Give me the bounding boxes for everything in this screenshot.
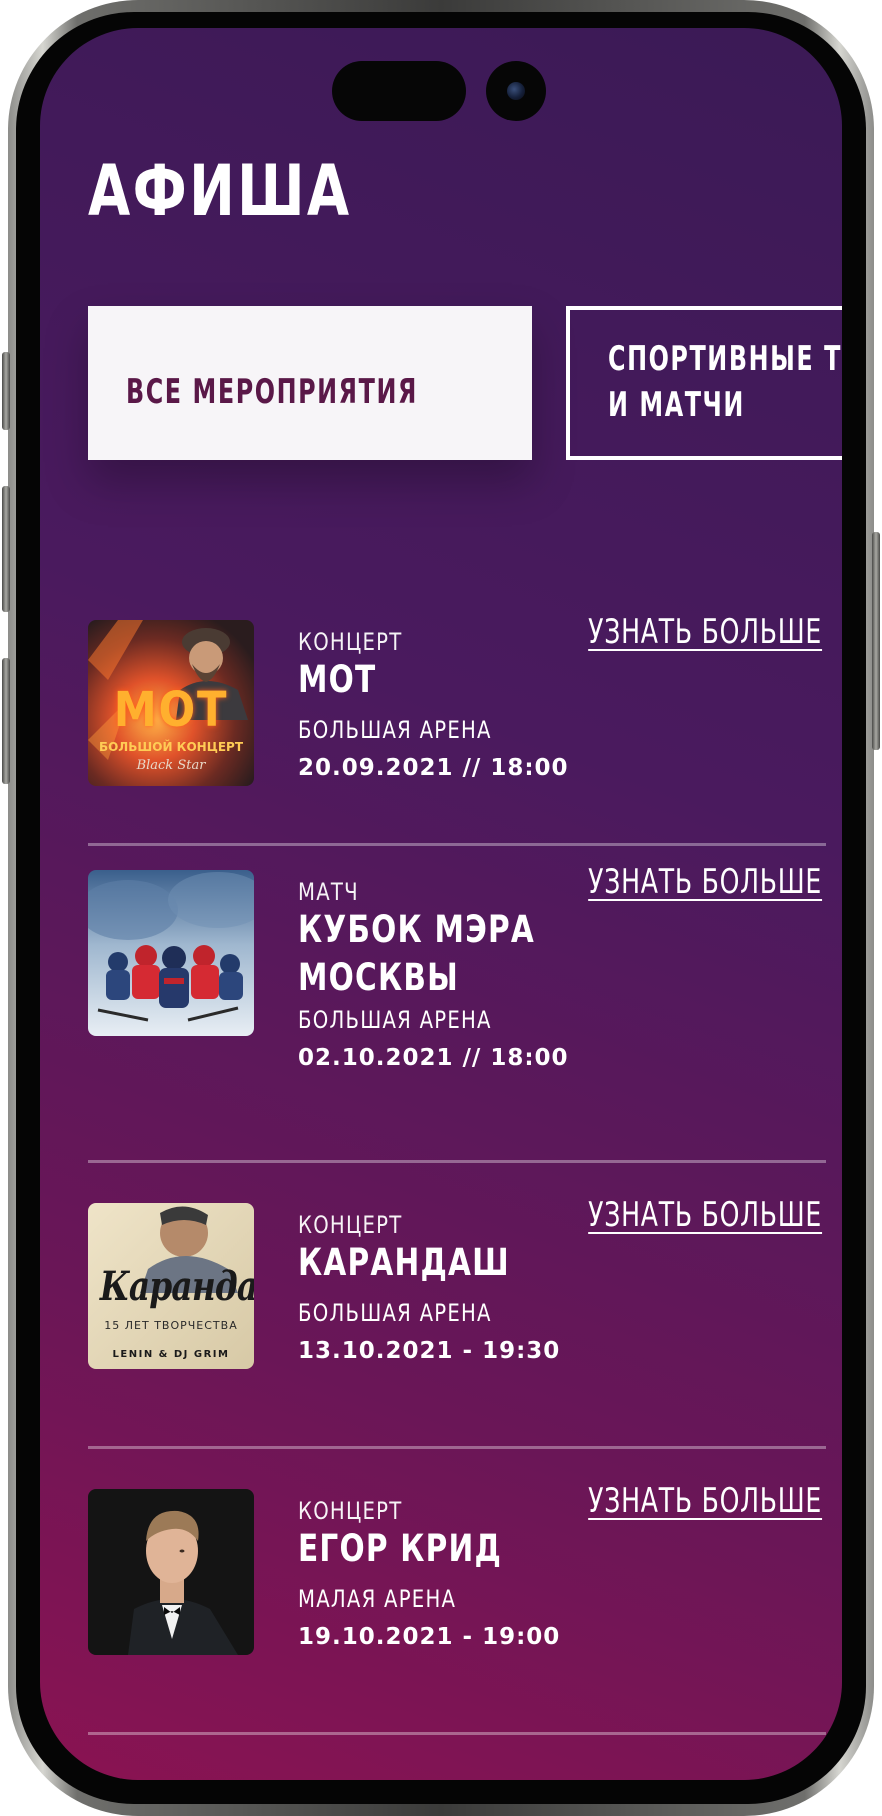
event-category: КОНЦЕРТ: [298, 1211, 403, 1239]
event-category: МАТЧ: [298, 878, 359, 906]
event-item-mot[interactable]: МОТ БОЛЬШОЙ КОНЦЕРТ Black Star КОНЦЕРТ М…: [88, 612, 826, 846]
event-datetime: 19.10.2021 - 19:00: [298, 1624, 561, 1650]
poster-karandash-guests: LENIN & DJ GRIM: [112, 1349, 230, 1360]
event-item-karandash[interactable]: Карандаш 15 ЛЕТ ТВОРЧЕСТВА LENIN & DJ GR…: [88, 1195, 826, 1449]
volume-down-button: [2, 658, 10, 784]
event-category: КОНЦЕРТ: [298, 1497, 403, 1525]
learn-more-link[interactable]: УЗНАТЬ БОЛЬШЕ: [588, 1481, 822, 1521]
event-list: МОТ БОЛЬШОЙ КОНЦЕРТ Black Star КОНЦЕРТ М…: [88, 612, 826, 1735]
learn-more-link[interactable]: УЗНАТЬ БОЛЬШЕ: [588, 1195, 822, 1235]
filter-tabs: ВСЕ МЕРОПРИЯТИЯ СПОРТИВНЫЕ ТУ И МАТЧИ: [88, 306, 842, 464]
event-poster-karandash[interactable]: Карандаш 15 ЛЕТ ТВОРЧЕСТВА LENIN & DJ GR…: [88, 1203, 254, 1369]
app-screen: АФИША ВСЕ МЕРОПРИЯТИЯ СПОРТИВНЫЕ ТУ И МА…: [40, 28, 842, 1780]
volume-up-button: [2, 486, 10, 612]
poster-mot-subtitle: БОЛЬШОЙ КОНЦЕРТ: [98, 740, 244, 754]
event-venue: БОЛЬШАЯ АРЕНА: [298, 1006, 492, 1034]
dynamic-island: [332, 61, 466, 121]
learn-more-link[interactable]: УЗНАТЬ БОЛЬШЕ: [588, 612, 822, 652]
event-item-mayor-cup[interactable]: МАТЧ КУБОК МЭРА МОСКВЫ БОЛЬШАЯ АРЕНА 02.…: [88, 862, 826, 1163]
event-poster-hockey[interactable]: [88, 870, 254, 1036]
event-venue: МАЛАЯ АРЕНА: [298, 1585, 457, 1613]
tab-sports-label: СПОРТИВНЫЕ ТУ И МАТЧИ: [608, 339, 842, 425]
poster-hockey-image: [88, 870, 254, 1036]
action-button: [2, 352, 10, 430]
event-venue: БОЛЬШАЯ АРЕНА: [298, 1299, 492, 1327]
tab-all-events[interactable]: ВСЕ МЕРОПРИЯТИЯ: [88, 306, 532, 460]
poster-karandash-title: Карандаш: [99, 1263, 254, 1310]
event-title[interactable]: ЕГОР КРИД: [298, 1525, 502, 1573]
poster-egor-kreed-image: [88, 1489, 254, 1655]
event-datetime: 20.09.2021 // 18:00: [298, 755, 569, 781]
page-title: АФИША: [88, 150, 352, 232]
tab-all-events-label: ВСЕ МЕРОПРИЯТИЯ: [126, 372, 418, 413]
event-title[interactable]: КАРАНДАШ: [298, 1239, 510, 1287]
poster-mot-title: МОТ: [113, 682, 229, 738]
power-button: [872, 532, 880, 750]
event-venue: БОЛЬШАЯ АРЕНА: [298, 716, 492, 744]
event-datetime: 02.10.2021 // 18:00: [298, 1045, 569, 1071]
event-title[interactable]: КУБОК МЭРА МОСКВЫ: [298, 906, 535, 1002]
poster-karandash-subtitle: 15 ЛЕТ ТВОРЧЕСТВА: [104, 1319, 238, 1332]
event-poster-egor-kreed[interactable]: [88, 1489, 254, 1655]
event-poster-mot[interactable]: МОТ БОЛЬШОЙ КОНЦЕРТ Black Star: [88, 620, 254, 786]
event-title[interactable]: МОТ: [298, 656, 376, 704]
event-item-egor-kreed[interactable]: КОНЦЕРТ ЕГОР КРИД МАЛАЯ АРЕНА 19.10.2021…: [88, 1481, 826, 1735]
event-datetime: 13.10.2021 - 19:30: [298, 1338, 561, 1364]
tab-sports[interactable]: СПОРТИВНЫЕ ТУ И МАТЧИ: [566, 306, 842, 460]
learn-more-link[interactable]: УЗНАТЬ БОЛЬШЕ: [588, 862, 822, 902]
event-category: КОНЦЕРТ: [298, 628, 403, 656]
front-camera: [486, 61, 546, 121]
poster-mot-signature: Black Star: [136, 758, 206, 773]
